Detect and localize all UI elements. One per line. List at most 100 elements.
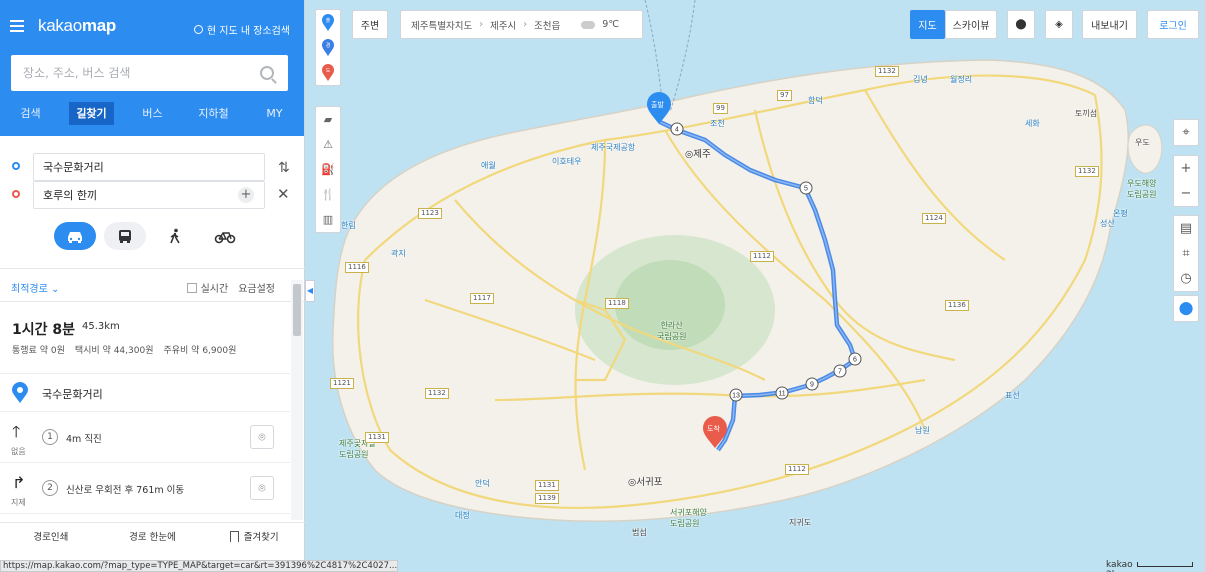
- layers-button[interactable]: ◈: [1045, 10, 1073, 39]
- mode-walk-button[interactable]: [154, 222, 196, 250]
- origin-pin-button[interactable]: 출: [315, 10, 341, 35]
- fare-settings-button[interactable]: 요금설정: [238, 280, 275, 295]
- breadcrumb-separator: ›: [479, 19, 483, 30]
- area-measure-icon[interactable]: ⌗: [1174, 241, 1198, 266]
- realtime-checkbox[interactable]: 실시간: [186, 280, 228, 295]
- kakaomap-logo[interactable]: kakaomap: [38, 16, 116, 36]
- tab-my[interactable]: MY: [244, 100, 305, 128]
- login-button[interactable]: 로그인: [1147, 10, 1199, 39]
- place-pin-icon[interactable]: ⬤: [1174, 296, 1198, 321]
- place-hamdeok[interactable]: 함덕: [808, 95, 823, 106]
- restaurant-icon[interactable]: 🍴: [315, 182, 341, 207]
- search-icon[interactable]: [260, 66, 274, 80]
- scrollbar-thumb[interactable]: [293, 284, 301, 336]
- my-location-icon[interactable]: ⌖: [1174, 120, 1198, 145]
- map-view[interactable]: 4 5 6 7 9 11 13 출발 도착 ◎제주 ◎서귀포 제주국제공항 한라…: [305, 0, 1205, 572]
- tab-directions[interactable]: 길찾기: [61, 100, 122, 128]
- destination-pin-button[interactable]: 도: [315, 60, 341, 85]
- breadcrumb-city[interactable]: 제주시: [490, 18, 516, 32]
- place-daejeong[interactable]: 대정: [455, 510, 470, 521]
- tab-subway[interactable]: 지하철: [183, 100, 244, 128]
- panel-collapse-button[interactable]: ◀: [305, 280, 315, 302]
- mode-car-button[interactable]: [54, 222, 96, 250]
- ruler-icon[interactable]: ▤: [1174, 216, 1198, 241]
- road-number: 1132: [1075, 166, 1099, 177]
- roadview-button[interactable]: ⌾: [250, 425, 274, 449]
- hamburger-menu-icon[interactable]: [10, 20, 24, 32]
- gas-station-icon[interactable]: ⛽: [315, 157, 341, 182]
- roadview-button[interactable]: ⌾: [250, 476, 274, 500]
- nearby-button[interactable]: 주변: [352, 10, 388, 39]
- place-torisi[interactable]: 토끼섬: [1075, 108, 1097, 119]
- road-number: 1116: [345, 262, 369, 273]
- breadcrumb-province[interactable]: 제주특별자치도: [411, 18, 472, 32]
- svg-text:13: 13: [732, 393, 740, 400]
- zoom-out-icon[interactable]: −: [1174, 181, 1198, 206]
- map-mode-button[interactable]: 지도: [910, 10, 945, 39]
- bookmark-label: 즐겨찾기: [243, 532, 279, 543]
- place-beomseom[interactable]: 범섬: [632, 527, 647, 538]
- step-description: 4m 직진: [66, 434, 102, 445]
- tab-bus[interactable]: 버스: [122, 100, 183, 128]
- waypoint-pin-button[interactable]: 경: [315, 35, 341, 60]
- place-woljeongri[interactable]: 월정리: [950, 74, 972, 85]
- mode-bike-button[interactable]: [204, 222, 246, 250]
- origin-field[interactable]: 국수문화거리: [33, 153, 265, 181]
- roadview-toggle[interactable]: ⬤: [1007, 10, 1035, 39]
- warning-icon[interactable]: ⚠: [315, 132, 341, 157]
- cctv-icon[interactable]: ▰: [315, 107, 341, 132]
- svg-text:6: 6: [853, 357, 857, 364]
- zoom-in-icon[interactable]: +: [1174, 156, 1198, 181]
- place-pyoseon[interactable]: 표선: [1005, 390, 1020, 401]
- route-summary[interactable]: 1시간 8분 45.3km 통행료 약 0원 택시비 약 44,300원 주유비…: [0, 306, 290, 374]
- route-type-dropdown[interactable]: 최적경로 ⌄: [11, 280, 59, 295]
- place-onpyeong[interactable]: 온평: [1113, 208, 1128, 219]
- place-iho[interactable]: 이호테우: [552, 156, 581, 167]
- place-namwon[interactable]: 남원: [915, 425, 930, 436]
- print-route-button[interactable]: 경로인쇄: [0, 523, 102, 554]
- swap-icon[interactable]: ⇅: [278, 160, 290, 176]
- area-search-toggle[interactable]: 현 지도 내 장소검색: [193, 22, 290, 37]
- svg-text:5: 5: [804, 186, 808, 193]
- tab-label: 지하철: [198, 107, 229, 120]
- place-airport[interactable]: 제주국제공항: [591, 142, 635, 153]
- add-waypoint-button[interactable]: +: [238, 187, 254, 203]
- step-number: 1: [42, 429, 58, 445]
- bookmark-button[interactable]: 즐겨찾기: [203, 523, 305, 554]
- tab-search[interactable]: 검색: [0, 100, 61, 128]
- place-jocheon[interactable]: 조천: [710, 118, 725, 129]
- parking-icon[interactable]: ▥: [315, 207, 341, 232]
- place-aewol[interactable]: 애월: [481, 160, 496, 171]
- waypoint-7: 7: [833, 364, 847, 378]
- route-overview-button[interactable]: 경로 한눈에: [102, 523, 204, 554]
- skyview-button[interactable]: 스카이뷰: [945, 10, 997, 39]
- place-gimnyeong[interactable]: 김녕: [913, 74, 928, 85]
- route-step[interactable]: 🡑 없음 1 4m 직진 ⌾: [0, 413, 290, 463]
- place-seongsan[interactable]: 성산: [1100, 218, 1115, 229]
- waypoint-11: 11: [775, 386, 789, 400]
- place-jeju[interactable]: ◎제주: [685, 146, 711, 160]
- destination-field[interactable]: 호루의 한끼 +: [33, 181, 265, 209]
- search-input[interactable]: [11, 55, 260, 91]
- export-button[interactable]: 내보내기: [1082, 10, 1137, 39]
- place-andeok[interactable]: 안덕: [475, 478, 490, 489]
- place-hallim[interactable]: 한림: [341, 220, 356, 231]
- close-icon[interactable]: ✕: [277, 185, 290, 203]
- place-hyeopjae[interactable]: 곽지: [391, 248, 406, 259]
- left-panel: kakaomap 현 지도 내 장소검색 검색 길찾기 버스 지하철 MY 국수…: [0, 0, 305, 572]
- scrollbar[interactable]: [291, 280, 303, 520]
- place-jigwido[interactable]: 지귀도: [789, 517, 811, 528]
- road-number: 1132: [425, 388, 449, 399]
- route-step[interactable]: ↱ 지제 2 신산로 우회전 후 761m 이동 ⌾: [0, 464, 290, 514]
- start-step[interactable]: 국수문화거리: [0, 376, 290, 412]
- place-seogwipo[interactable]: ◎서귀포: [628, 474, 663, 488]
- place-hallasan[interactable]: 한라산 국립공원: [657, 320, 686, 342]
- place-udo[interactable]: 우도: [1135, 137, 1150, 148]
- place-seogwipo-park[interactable]: 서귀포해양 도립공원: [670, 507, 707, 529]
- toll-cost: 통행료 약 0원: [12, 346, 65, 356]
- place-gujwa[interactable]: 세화: [1025, 118, 1040, 129]
- place-udo-park[interactable]: 우도해양 도립공원: [1127, 178, 1156, 200]
- mode-transit-button[interactable]: [104, 222, 146, 250]
- radius-measure-icon[interactable]: ◷: [1174, 266, 1198, 291]
- breadcrumb-town[interactable]: 조천읍: [534, 18, 560, 32]
